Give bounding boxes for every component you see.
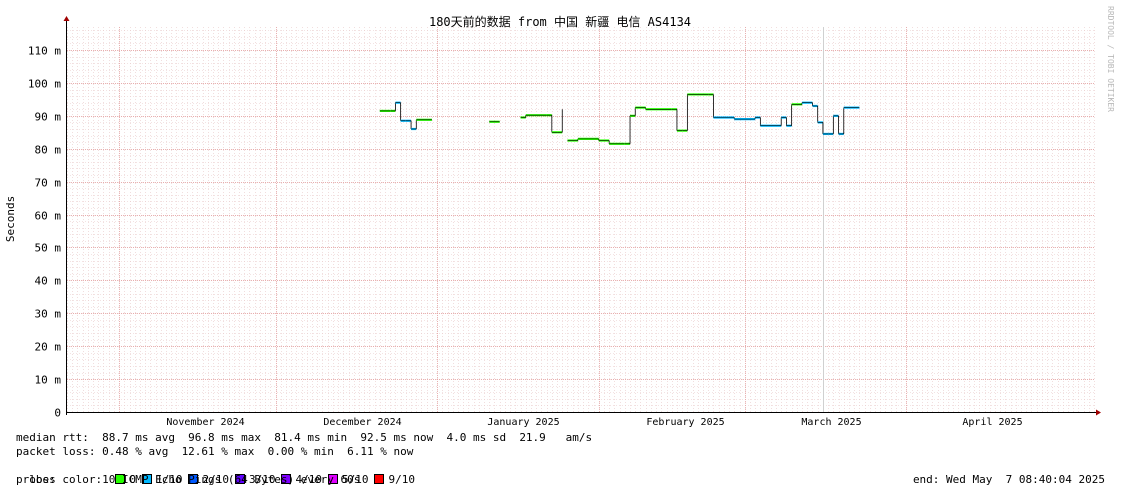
- x-tick-label: November 2024: [166, 417, 244, 428]
- y-axis-label: Seconds: [4, 196, 17, 242]
- chart-title: 180天前的数据 from 中国 新疆 电信 AS4134: [429, 14, 691, 29]
- x-tick-label: January 2025: [487, 417, 559, 428]
- loss-color-item-label: 9/10: [388, 473, 415, 486]
- end-time: end: Wed May 7 08:40:04 2025: [912, 473, 1105, 486]
- chart-grid: [67, 27, 1095, 413]
- y-tick-label: 0: [54, 407, 61, 420]
- packet-loss-line: packet loss: 0.48 % avg 12.61 % max 0.00…: [16, 445, 414, 458]
- y-tick-label: 60 m: [35, 210, 62, 223]
- x-tick-label: February 2025: [646, 417, 724, 428]
- x-axis-arrow: [1096, 409, 1101, 416]
- loss-color-swatch: [374, 474, 385, 484]
- x-tick-label: March 2025: [801, 417, 861, 428]
- median-rtt-line: median rtt: 88.7 ms avg 96.8 ms max 81.4…: [16, 431, 593, 444]
- y-tick-label: 90 m: [35, 111, 62, 124]
- y-tick-label: 110 m: [28, 45, 61, 58]
- y-tick-label: 30 m: [35, 308, 62, 321]
- x-tick-label: April 2025: [962, 417, 1022, 428]
- y-tick-label: 40 m: [35, 275, 62, 288]
- probe-line: probe: 10 ICMP Echo Pings (64 Bytes) eve…: [16, 473, 361, 486]
- y-tick-label: 10 m: [35, 374, 62, 387]
- x-tick-label: December 2024: [323, 417, 401, 428]
- loss-color-item: 9/10: [374, 473, 415, 487]
- y-tick-label: 80 m: [35, 144, 62, 157]
- y-axis-arrow: [63, 16, 70, 21]
- y-tick-label: 70 m: [35, 177, 62, 190]
- rrdtool-watermark: RRDTOOL / TOBI OETIKER: [1106, 6, 1115, 112]
- y-tick-label: 20 m: [35, 341, 62, 354]
- y-tick-label: 50 m: [35, 242, 62, 255]
- smokeping-chart: 0 10 m 20 m 30 m 40 m 50 m 60 m 70 m 80 m 90 m 100…: [4, 6, 1115, 428]
- y-tick-label: 100 m: [28, 78, 61, 91]
